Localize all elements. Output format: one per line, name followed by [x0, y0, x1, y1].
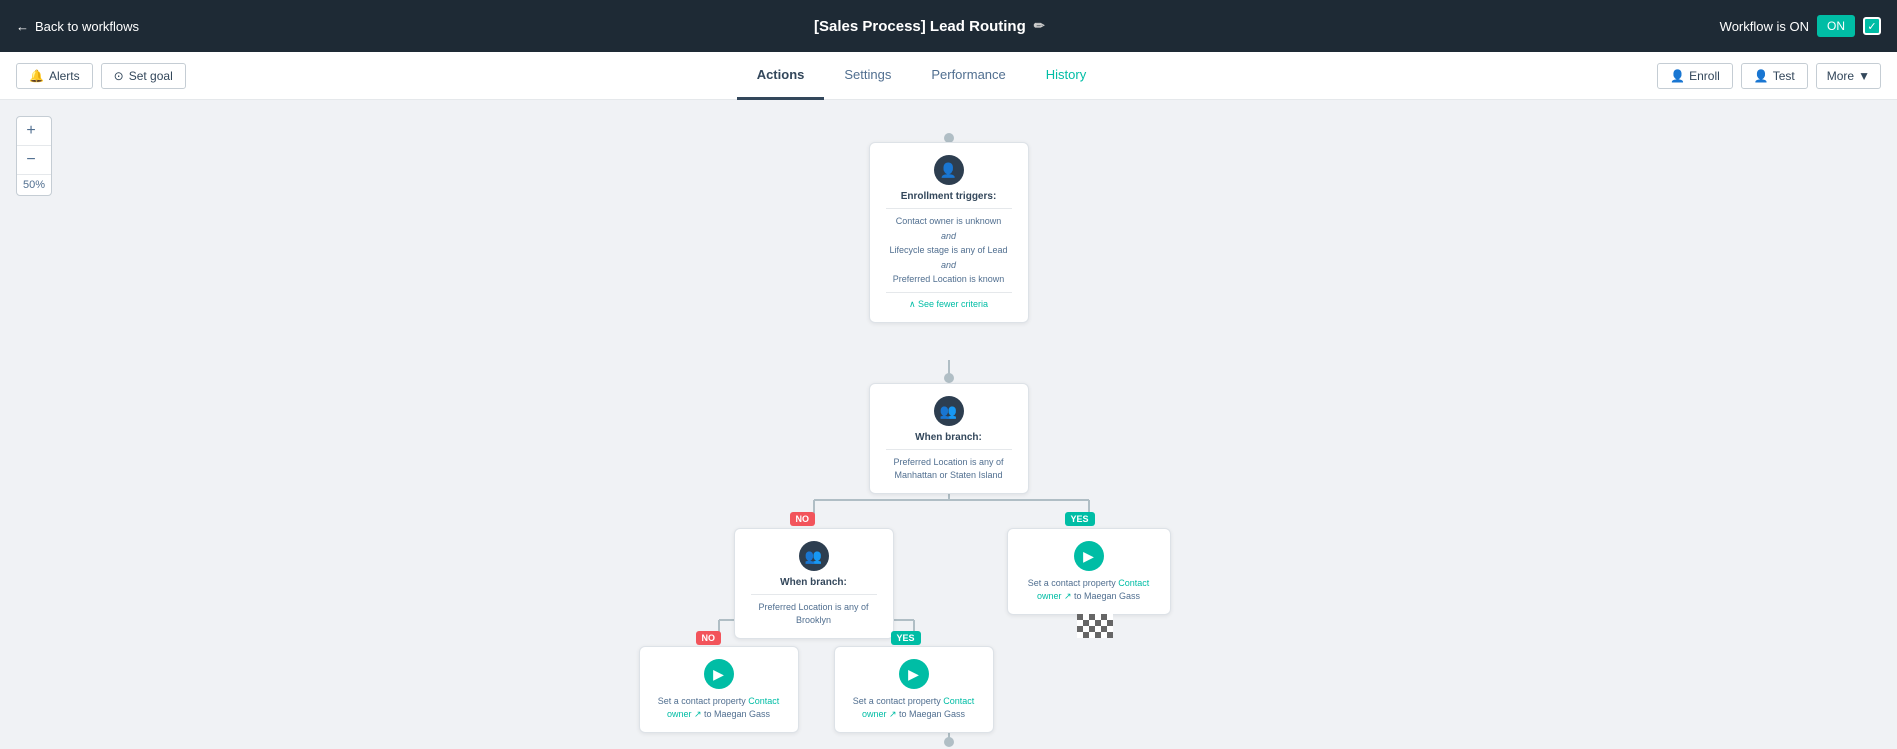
- zoom-in-button[interactable]: +: [17, 117, 45, 145]
- test-button[interactable]: 👤 Test: [1741, 63, 1808, 89]
- action-left-link[interactable]: Contact owner ↗: [667, 696, 779, 719]
- action-right-icon: ▶: [899, 659, 929, 689]
- test-icon: 👤: [1754, 69, 1769, 83]
- workflow-title: [Sales Process] Lead Routing ✏: [814, 18, 1045, 35]
- zoom-out-button[interactable]: −: [17, 146, 45, 174]
- action-no-right-node: ▶ Set a contact property Contact owner ↗…: [834, 646, 994, 733]
- alerts-button[interactable]: 🔔 Alerts: [16, 63, 93, 89]
- tab-actions[interactable]: Actions: [737, 52, 825, 100]
- branch2-node: 👥 When branch: Preferred Location is any…: [734, 528, 894, 639]
- branch2-icon: 👥: [799, 541, 829, 571]
- action-no-left-node: ▶ Set a contact property Contact owner ↗…: [639, 646, 799, 733]
- action-yes-link[interactable]: Contact owner ↗: [1037, 578, 1149, 601]
- action-right-link[interactable]: Contact owner ↗: [862, 696, 974, 719]
- trigger-node: 👤 Enrollment triggers: Contact owner is …: [869, 142, 1029, 323]
- back-to-workflows-link[interactable]: ← Back to workflows: [16, 19, 139, 34]
- no-label-2: NO: [696, 628, 722, 646]
- action-yes-node: ▶ Set a contact property Contact owner ↗…: [1007, 528, 1171, 615]
- zoom-level: 50%: [17, 175, 51, 195]
- branch2-label: When branch:: [751, 577, 877, 588]
- enroll-button[interactable]: 👤 Enroll: [1657, 63, 1733, 89]
- see-fewer-link[interactable]: ∧ See fewer criteria: [909, 299, 988, 309]
- alerts-icon: 🔔: [29, 69, 44, 83]
- branch1-node: 👥 When branch: Preferred Location is any…: [869, 383, 1029, 494]
- decorative-pattern: [1077, 614, 1113, 638]
- workflow-on-toggle[interactable]: ON: [1817, 15, 1855, 37]
- enroll-icon: 👤: [1670, 69, 1685, 83]
- trigger-icon: 👤: [934, 155, 964, 185]
- back-label: Back to workflows: [35, 19, 139, 34]
- branch1-condition: Preferred Location is any of Manhattan o…: [886, 456, 1012, 481]
- back-arrow-icon: ←: [16, 19, 29, 34]
- zoom-in-icon: +: [26, 122, 35, 140]
- sub-bar-right: 👤 Enroll 👤 Test More ▼: [1657, 63, 1881, 89]
- branch1-icon: 👥: [934, 396, 964, 426]
- tab-performance[interactable]: Performance: [911, 52, 1025, 100]
- workflow-status: Workflow is ON ON ✓: [1720, 15, 1881, 37]
- zoom-out-icon: −: [26, 151, 35, 169]
- more-chevron-icon: ▼: [1858, 69, 1870, 83]
- more-label: More: [1827, 69, 1854, 83]
- tab-settings[interactable]: Settings: [824, 52, 911, 100]
- sub-bar-left: 🔔 Alerts ⊙ Set goal: [16, 63, 186, 89]
- trigger-text1: Contact owner is unknown: [886, 215, 1012, 228]
- trigger-text3: Preferred Location is known: [886, 273, 1012, 286]
- branch1-label: When branch:: [886, 432, 1012, 443]
- test-label: Test: [1773, 69, 1795, 83]
- action-yes-icon: ▶: [1074, 541, 1104, 571]
- trigger-and2: and: [886, 259, 1012, 272]
- branch2-condition: Preferred Location is any of Brooklyn: [751, 601, 877, 626]
- set-goal-button[interactable]: ⊙ Set goal: [101, 63, 186, 89]
- edit-title-icon[interactable]: ✏: [1034, 18, 1045, 34]
- workflow-saved-icon: ✓: [1863, 17, 1881, 35]
- alerts-label: Alerts: [49, 69, 80, 83]
- set-goal-label: Set goal: [129, 69, 173, 83]
- tab-history[interactable]: History: [1026, 52, 1106, 100]
- yes-label-2: YES: [891, 628, 921, 646]
- sub-bar-tabs: Actions Settings Performance History: [737, 52, 1107, 100]
- yes-label-1: YES: [1065, 509, 1095, 527]
- zoom-controls: + − 50%: [16, 116, 52, 196]
- sub-bar: 🔔 Alerts ⊙ Set goal Actions Settings Per…: [0, 52, 1897, 100]
- workflow-status-label: Workflow is ON: [1720, 19, 1809, 34]
- top-bar: ← Back to workflows [Sales Process] Lead…: [0, 0, 1897, 52]
- action-left-icon: ▶: [704, 659, 734, 689]
- trigger-label: Enrollment triggers:: [886, 191, 1012, 202]
- toggle-label: ON: [1827, 19, 1845, 33]
- more-button[interactable]: More ▼: [1816, 63, 1881, 89]
- trigger-text2: Lifecycle stage is any of Lead: [886, 244, 1012, 257]
- workflow-canvas: + − 50%: [0, 100, 1897, 749]
- trigger-and1: and: [886, 230, 1012, 243]
- goal-icon: ⊙: [114, 69, 124, 83]
- no-label-1: NO: [790, 509, 816, 527]
- enroll-label: Enroll: [1689, 69, 1720, 83]
- workflow-name: [Sales Process] Lead Routing: [814, 18, 1026, 35]
